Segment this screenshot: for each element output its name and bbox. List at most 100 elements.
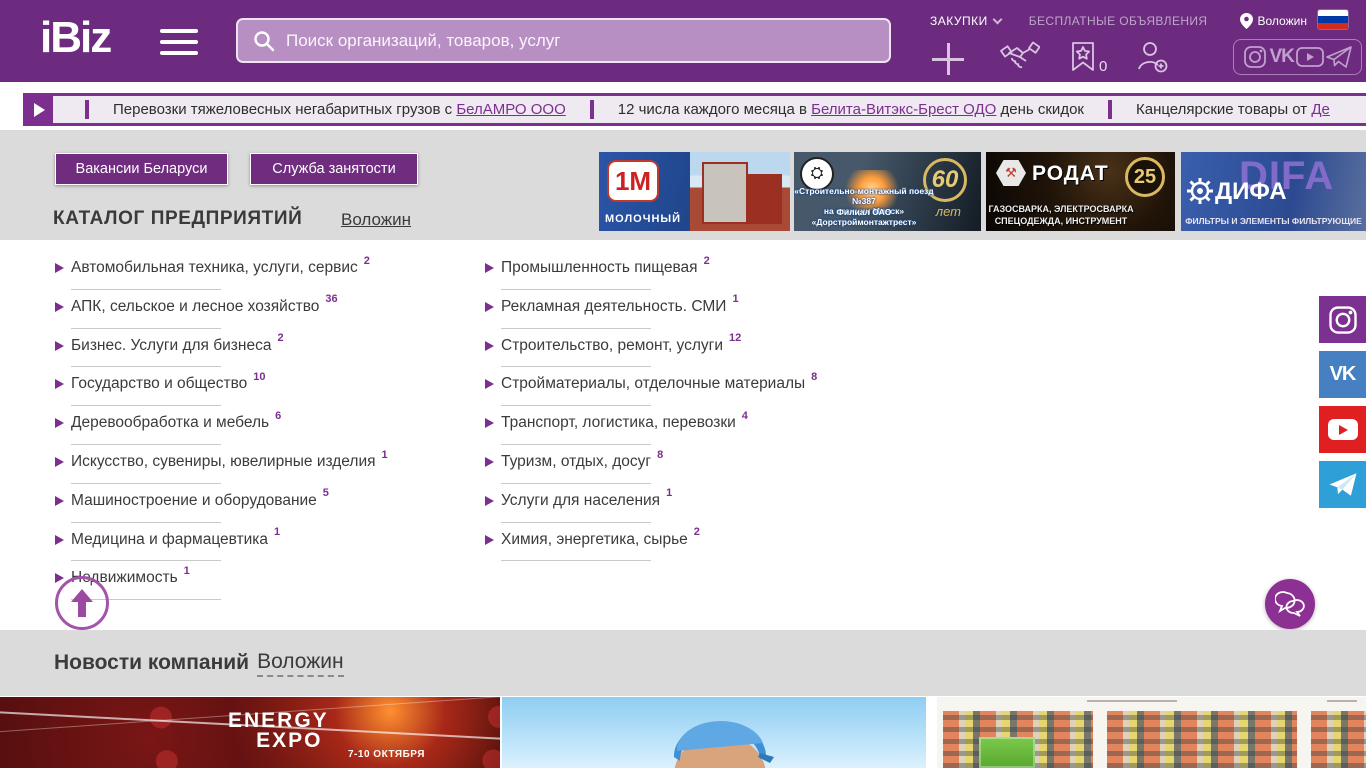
banner-1m-logo: 1М	[607, 160, 659, 202]
chat-widget-button[interactable]	[1265, 579, 1315, 629]
bookmarks-button[interactable]: 0	[1070, 41, 1108, 75]
category-label: Транспорт, логистика, перевозки	[501, 414, 736, 432]
category-item[interactable]: Стройматериалы, отделочные материалы 8	[485, 370, 895, 409]
ticker-text: Перевозки тяжеловесных негабаритных груз…	[113, 101, 457, 118]
chat-bubbles-icon	[1275, 591, 1305, 617]
banner-building-image	[690, 152, 790, 231]
category-item[interactable]: Промышленность пищевая 2	[485, 254, 895, 293]
category-label: Деревообработка и мебель	[71, 414, 270, 432]
banner-medal: 25	[1125, 157, 1165, 197]
search-input[interactable]	[286, 30, 846, 51]
blueprint-annotation	[1087, 700, 1177, 702]
ticker-play-button[interactable]	[23, 96, 53, 123]
employment-button[interactable]: Служба занятости	[250, 153, 418, 185]
vk-icon[interactable]: VK	[1269, 46, 1294, 68]
news-image-energy-expo[interactable]: ENERGY EXPO 7-10 ОКТЯБРЯ	[0, 697, 500, 768]
expo-title-line: EXPO	[256, 728, 323, 752]
hamburger-menu-icon[interactable]	[160, 29, 198, 55]
instagram-rail-button[interactable]	[1319, 296, 1366, 343]
category-count: 2	[703, 254, 710, 267]
youtube-rail-button[interactable]	[1319, 406, 1366, 453]
news-images-strip: ENERGY EXPO 7-10 ОКТЯБРЯ	[0, 697, 1366, 768]
category-label: Бизнес. Услуги для бизнеса	[71, 336, 272, 354]
bookmarks-count: 0	[1099, 58, 1108, 75]
blueprint-annotation	[1327, 700, 1357, 702]
search-bar[interactable]	[236, 18, 891, 63]
vacancies-button[interactable]: Вакансии Беларуси	[55, 153, 228, 185]
play-icon	[34, 102, 45, 117]
ticker-separator	[85, 100, 89, 119]
banner-rodat[interactable]: ⚒ РОДАТ 25 ГАЗОСВАРКА, ЭЛЕКТРОСВАРКА СПЕ…	[986, 152, 1175, 231]
category-item[interactable]: Химия, энергетика, сырье 2	[485, 526, 895, 565]
russia-flag-icon[interactable]	[1318, 10, 1348, 29]
catalog-region-link[interactable]: Воложин	[341, 210, 411, 230]
category-bullet-icon	[55, 573, 64, 584]
banner-name: РОДАТ	[1032, 162, 1109, 185]
header-icon-row: 0 VK	[932, 36, 1362, 78]
category-item[interactable]: Медицина и фармацевтика 1	[55, 526, 465, 565]
ticker-link[interactable]: БелАМРО ООО	[456, 101, 565, 118]
add-company-button[interactable]	[932, 39, 964, 75]
telegram-icon[interactable]	[1326, 45, 1352, 69]
arrow-up-icon	[71, 589, 93, 617]
category-bullet-icon	[55, 340, 64, 351]
banner-smp387[interactable]: ⛭ 60 лет «Строительно-монтажный поезд №3…	[794, 152, 981, 231]
category-bullet-icon	[55, 418, 64, 429]
instagram-icon[interactable]	[1243, 45, 1267, 69]
category-bullet-icon	[485, 495, 494, 506]
category-item[interactable]: Туризм, отдых, досуг 8	[485, 448, 895, 487]
register-button[interactable]	[1135, 40, 1169, 74]
scroll-to-top-button[interactable]	[55, 576, 109, 630]
banner-line: СПЕЦОДЕЖДА, ИНСТРУМЕНТ	[994, 216, 1128, 226]
location-pin-icon	[1239, 13, 1253, 29]
ticker-item: 12 числа каждого месяца в Белита-Витэкс-…	[618, 101, 1084, 118]
banner-molochny[interactable]: 1М МОЛОЧНЫЙ	[599, 152, 790, 231]
partners-button[interactable]	[1000, 40, 1040, 74]
site-logo[interactable]: iBiz	[40, 16, 112, 60]
ticker-link[interactable]: Де	[1311, 101, 1330, 118]
category-label: Строительство, ремонт, услуги	[501, 336, 723, 354]
category-item[interactable]: Деревообработка и мебель 6	[55, 409, 465, 448]
banner-line: «Строительно-монтажный поезд №387	[794, 185, 934, 207]
catalog-header-section: Вакансии Беларуси Служба занятости КАТАЛ…	[0, 130, 1366, 240]
category-item[interactable]: Недвижимость 1	[55, 564, 465, 603]
banner-logo-text: 1М	[614, 165, 652, 196]
banner-worker-icon: ⚒	[996, 160, 1026, 186]
news-image-person[interactable]	[502, 697, 926, 768]
news-region-link[interactable]: Воложин	[257, 650, 344, 677]
banner-caption: МОЛОЧНЫЙ	[605, 213, 682, 225]
telegram-rail-button[interactable]	[1319, 461, 1366, 508]
category-label: Государство и общество	[71, 375, 248, 393]
category-item[interactable]: АПК, сельское и лесное хозяйство 36	[55, 293, 465, 332]
category-item[interactable]: Услуги для населения 1	[485, 487, 895, 526]
location-selector[interactable]: Воложин	[1239, 13, 1307, 29]
news-image-building-render[interactable]	[937, 697, 1366, 768]
category-item[interactable]: Строительство, ремонт, услуги 12	[485, 332, 895, 371]
banner-caption: ФИЛЬТРЫ И ЭЛЕМЕНТЫ ФИЛЬТРУЮЩИЕ	[1185, 216, 1362, 226]
banner-difa[interactable]: DIFA ДИФА ФИЛЬТРЫ И ЭЛЕМЕНТЫ ФИЛЬТРУЮЩИЕ	[1181, 152, 1366, 231]
category-item[interactable]: Государство и общество 10	[55, 370, 465, 409]
category-count: 4	[741, 409, 748, 422]
category-label: Химия, энергетика, сырье	[501, 530, 688, 548]
category-bullet-icon	[485, 301, 494, 312]
category-label: Стройматериалы, отделочные материалы	[501, 375, 806, 393]
free-ads-link[interactable]: БЕСПЛАТНЫЕ ОБЪЯВЛЕНИЯ	[1029, 14, 1208, 28]
category-item[interactable]: Автомобильная техника, услуги, сервис 2	[55, 254, 465, 293]
building-block	[1107, 711, 1297, 768]
category-item[interactable]: Бизнес. Услуги для бизнеса 2	[55, 332, 465, 371]
category-count: 10	[253, 371, 266, 384]
category-label: Медицина и фармацевтика	[71, 530, 269, 548]
youtube-icon[interactable]	[1296, 47, 1324, 67]
catalog-title: КАТАЛОГ ПРЕДПРИЯТИЙ	[53, 208, 303, 229]
category-item[interactable]: Искусство, сувениры, ювелирные изделия 1	[55, 448, 465, 487]
category-item[interactable]: Машиностроение и оборудование 5	[55, 487, 465, 526]
zakupki-dropdown[interactable]: ЗАКУПКИ	[930, 14, 1003, 28]
ticker-link[interactable]: Белита-Витэкс-Брест ОДО	[811, 101, 996, 118]
category-item[interactable]: Транспорт, логистика, перевозки 4	[485, 409, 895, 448]
banner-years-word: лет	[935, 204, 961, 219]
category-item[interactable]: Рекламная деятельность. СМИ 1	[485, 293, 895, 332]
green-structure	[979, 737, 1035, 768]
catalog-left-column: Автомобильная техника, услуги, сервис 2 А…	[55, 254, 465, 603]
vk-rail-button[interactable]: VK	[1319, 351, 1366, 398]
category-count: 8	[657, 448, 664, 461]
